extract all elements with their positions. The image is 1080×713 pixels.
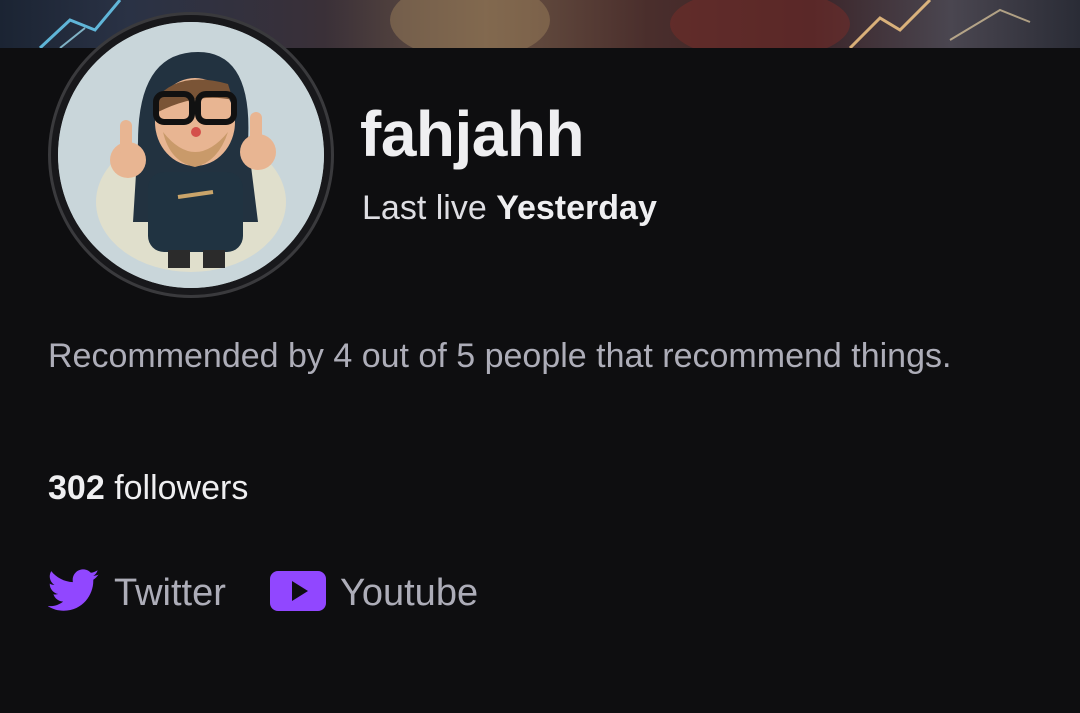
last-live-value: Yesterday [496,189,657,227]
last-live-prefix: Last live [362,189,487,227]
channel-about-panel: fahjahh Last live Yesterday Recommended … [0,0,1080,713]
follower-count: 302 followers [48,466,248,510]
avatar[interactable] [58,22,324,288]
twitter-link[interactable]: Twitter [47,565,226,621]
youtube-link[interactable]: Youtube [270,565,478,621]
channel-username: fahjahh [360,98,585,170]
follower-count-number: 302 [48,469,105,507]
channel-bio: Recommended by 4 out of 5 people that re… [48,337,952,375]
youtube-link-label: Youtube [340,572,479,614]
youtube-play-icon [270,570,326,616]
twitter-bird-icon [47,568,100,618]
last-live-status: Last live Yesterday [362,186,657,230]
twitter-link-label: Twitter [114,572,226,614]
cartoon-hooded-character-avatar-icon [58,22,324,288]
follower-count-label: followers [114,469,249,507]
